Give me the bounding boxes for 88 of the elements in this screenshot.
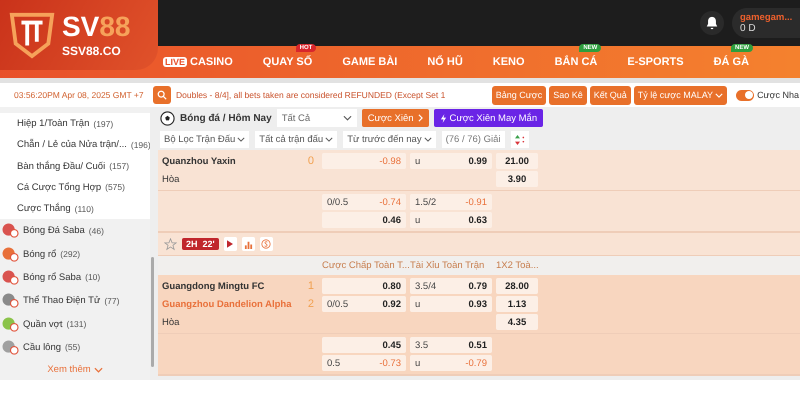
odds-cell[interactable]: 3.90 — [496, 171, 538, 187]
sidebar-item[interactable]: Cầu lông (55) — [0, 336, 150, 360]
brand-domain: SSV88.CO — [62, 44, 122, 58]
team-name: Hòa — [162, 316, 180, 328]
odds-cell[interactable]: 3.5/4 0.79 — [410, 278, 492, 294]
filter-dropdown[interactable]: Tất cả trận đấu — [255, 131, 338, 148]
ball-icon — [2, 340, 19, 355]
odds-cell[interactable]: u 0.99 — [410, 153, 492, 169]
bell-icon[interactable] — [700, 11, 724, 35]
sort-button[interactable] — [510, 131, 529, 148]
odds-cell[interactable]: 0/0.5 0.92 — [322, 296, 406, 312]
play-icon — [227, 240, 234, 248]
news-ticker: Doubles - 8/4], all bets taken are considered REFUNDED (Except Set 1 — [176, 90, 446, 100]
odds-cell[interactable]: 0.5 -0.73 — [322, 355, 406, 371]
scrollbar-thumb[interactable] — [151, 257, 154, 367]
live-tag: LIVE — [163, 57, 188, 67]
odds-cell[interactable]: 21.00 — [496, 153, 538, 169]
score: 0 — [308, 155, 314, 167]
logo-panel[interactable]: SV88 SSV88.CO — [0, 0, 158, 70]
sidebar-item[interactable]: Chẵn / Lẻ của Nửa trận/... (196) — [0, 134, 150, 156]
search-button[interactable] — [153, 86, 171, 104]
star-icon[interactable] — [164, 238, 177, 250]
chevron-down-icon — [94, 366, 103, 373]
odds-cell[interactable]: 1.13 — [496, 296, 538, 312]
coin-button[interactable] — [260, 237, 273, 251]
odds-cell[interactable]: 3.5 0.51 — [410, 337, 492, 353]
team-name: Quanzhou Yaxin — [162, 156, 236, 166]
score: 2 — [308, 298, 314, 310]
team-name: Hòa — [162, 174, 180, 184]
chevron-down-icon — [424, 137, 432, 142]
sidebar-item[interactable]: Bóng Đá Saba (46) — [0, 219, 150, 242]
sidebar-item[interactable]: Thể Thao Điện Tử (77) — [0, 289, 150, 312]
clock-text: 03:56:20PM Apr 08, 2025 GMT +7 — [14, 90, 145, 100]
chevron-right-icon — [418, 114, 423, 122]
filter-dropdown[interactable]: Tất Cả — [276, 109, 357, 127]
chevron-down-icon — [715, 92, 724, 98]
chevron-down-icon — [325, 137, 334, 142]
match-time-badge: 2H 22' — [182, 238, 219, 250]
sidebar-item[interactable]: Cá Cược Tổng Hợp (575) — [0, 176, 150, 198]
filter-dropdown[interactable]: Bộ Lọc Trận Đấu — [160, 131, 250, 148]
sidebar-item[interactable]: Bóng rổ (292) — [0, 242, 150, 266]
chevron-down-icon — [237, 137, 246, 142]
account-panel[interactable]: gamegam... 0 D — [732, 8, 800, 38]
ball-icon — [2, 246, 19, 262]
toggle-label: Cược Nha — [757, 90, 799, 100]
username: gamegam... — [740, 12, 794, 23]
ball-icon — [2, 270, 19, 285]
ball-icon — [2, 223, 19, 238]
odds-cell[interactable]: u -0.79 — [410, 355, 492, 371]
odds-cell[interactable]: 1.5/2 -0.91 — [410, 194, 492, 210]
lucky-parlay-button[interactable]: Cược Xiên May Mắn — [434, 109, 544, 127]
nav-link[interactable]: LIVE CASINO — [163, 56, 233, 68]
odds-cell[interactable]: 28.00 — [496, 278, 538, 294]
ball-icon — [2, 316, 19, 332]
toggle-switch[interactable] — [736, 90, 754, 100]
sidebar-item[interactable]: Hiệp 1/Toàn Trận (197) — [0, 113, 150, 134]
team-name: Guangdong Mingtu FC — [162, 280, 264, 292]
odds-cell[interactable]: 0.46 — [322, 212, 406, 228]
sidebar-item[interactable]: Bóng rổ Saba (10) — [0, 266, 150, 290]
odds-cell[interactable]: 4.35 — [496, 314, 538, 330]
bar-chart-icon — [244, 240, 253, 248]
odds-cell[interactable]: 0/0.5 -0.74 — [322, 194, 406, 210]
odds-cell[interactable]: u 0.93 — [410, 296, 492, 312]
odds-cell[interactable]: 0.45 — [322, 337, 406, 353]
team-name: Guangzhou Dandelion Alpha — [162, 298, 292, 310]
soccer-ball-icon — [160, 110, 175, 126]
stats-button[interactable] — [242, 237, 255, 251]
sidebar-item[interactable]: Bàn thắng Đầu/ Cuối (157) — [0, 155, 150, 177]
odds-cell[interactable]: 0.80 — [322, 278, 406, 294]
shield-emblem-icon — [8, 11, 56, 59]
column-header: 1X2 Toà... — [496, 260, 538, 271]
sidebar-item[interactable]: Cược Thắng (110) — [0, 198, 150, 220]
league-count[interactable]: (76 / 76) Giải — [442, 131, 505, 148]
odds-cell[interactable]: u 0.63 — [410, 212, 492, 228]
score: 1 — [308, 280, 314, 292]
chevron-down-icon — [342, 115, 352, 121]
sort-icon — [514, 134, 525, 146]
sidebar-item[interactable]: Quần vợt (131) — [0, 312, 150, 336]
ball-icon — [2, 293, 19, 308]
search-icon — [157, 90, 167, 100]
brand-name: SV88 — [62, 12, 131, 40]
coin-icon — [261, 239, 272, 249]
filter-dropdown[interactable]: Từ trước đến nay — [343, 131, 436, 148]
section-title: Bóng đá / Hôm Nay — [180, 112, 272, 124]
column-header: Tài Xỉu Toàn Trận — [410, 260, 486, 271]
balance: 0 D — [740, 23, 757, 34]
bolt-icon — [440, 114, 447, 122]
play-button[interactable] — [224, 237, 237, 251]
